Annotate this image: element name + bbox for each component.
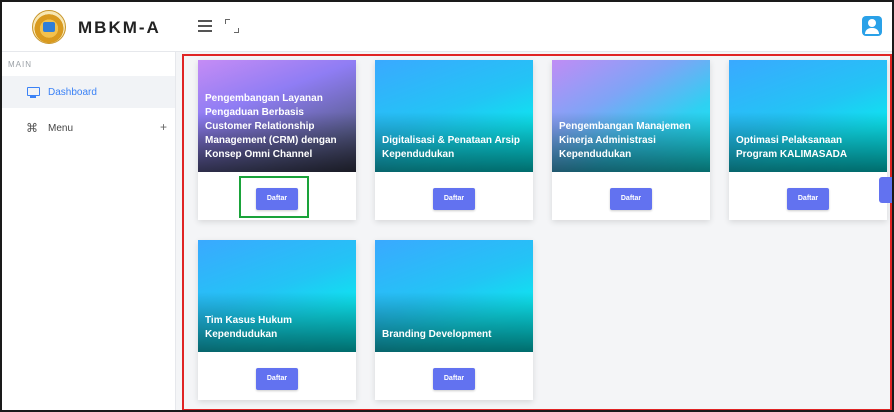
- card-banner: Pengembangan Manajemen Kinerja Administr…: [552, 60, 710, 172]
- sidebar-item-menu[interactable]: ⌘ Menu +: [2, 112, 175, 144]
- monitor-icon: [26, 85, 40, 99]
- card-banner: Pengembangan Layanan Pengaduan Berbasis …: [198, 60, 356, 172]
- program-card: Pengembangan Manajemen Kinerja Administr…: [552, 60, 710, 220]
- card-title: Pengembangan Manajemen Kinerja Administr…: [559, 121, 691, 160]
- menu-toggle-icon[interactable]: [198, 20, 212, 32]
- program-card: Optimasi Pelaksanaan Program KALIMASADA …: [729, 60, 887, 220]
- side-panel-toggle[interactable]: [879, 177, 892, 203]
- sidebar-item-label: Menu: [48, 122, 74, 134]
- card-banner: Branding Development: [375, 240, 533, 352]
- card-banner: Optimasi Pelaksanaan Program KALIMASADA: [729, 60, 887, 172]
- sidebar-section-label: MAIN: [8, 60, 32, 69]
- card-title: Optimasi Pelaksanaan Program KALIMASADA: [736, 135, 848, 160]
- user-avatar-icon[interactable]: [862, 16, 882, 36]
- daftar-button[interactable]: Daftar: [433, 188, 475, 210]
- logo-icon: [32, 10, 66, 44]
- app-window: MBKM-A MAIN Dashboard ⌘ Menu + Pengemban…: [0, 0, 894, 412]
- expand-plus-icon[interactable]: +: [160, 121, 167, 133]
- card-banner: Digitalisasi & Penataan Arsip Kependuduk…: [375, 60, 533, 172]
- card-title: Tim Kasus Hukum Kependudukan: [205, 315, 293, 340]
- fullscreen-icon[interactable]: [224, 18, 240, 34]
- daftar-button[interactable]: Daftar: [256, 368, 298, 390]
- sidebar-item-dashboard[interactable]: Dashboard: [2, 76, 175, 108]
- daftar-button[interactable]: Daftar: [433, 368, 475, 390]
- program-card: Tim Kasus Hukum Kependudukan Daftar: [198, 240, 356, 400]
- card-title: Digitalisasi & Penataan Arsip Kependuduk…: [382, 135, 521, 160]
- card-title: Branding Development: [382, 329, 492, 340]
- brand[interactable]: MBKM-A: [2, 2, 176, 52]
- program-card: Digitalisasi & Penataan Arsip Kependuduk…: [375, 60, 533, 220]
- top-bar: MBKM-A: [2, 2, 892, 52]
- daftar-button[interactable]: Daftar: [610, 188, 652, 210]
- program-card: Branding Development Daftar: [375, 240, 533, 400]
- button-highlight-frame: [239, 176, 309, 218]
- brand-name: MBKM-A: [78, 18, 161, 37]
- command-icon: ⌘: [26, 121, 38, 135]
- sidebar: MAIN Dashboard ⌘ Menu +: [2, 52, 176, 410]
- daftar-button[interactable]: Daftar: [787, 188, 829, 210]
- sidebar-item-label: Dashboard: [48, 86, 97, 98]
- card-title: Pengembangan Layanan Pengaduan Berbasis …: [205, 93, 337, 160]
- card-banner: Tim Kasus Hukum Kependudukan: [198, 240, 356, 352]
